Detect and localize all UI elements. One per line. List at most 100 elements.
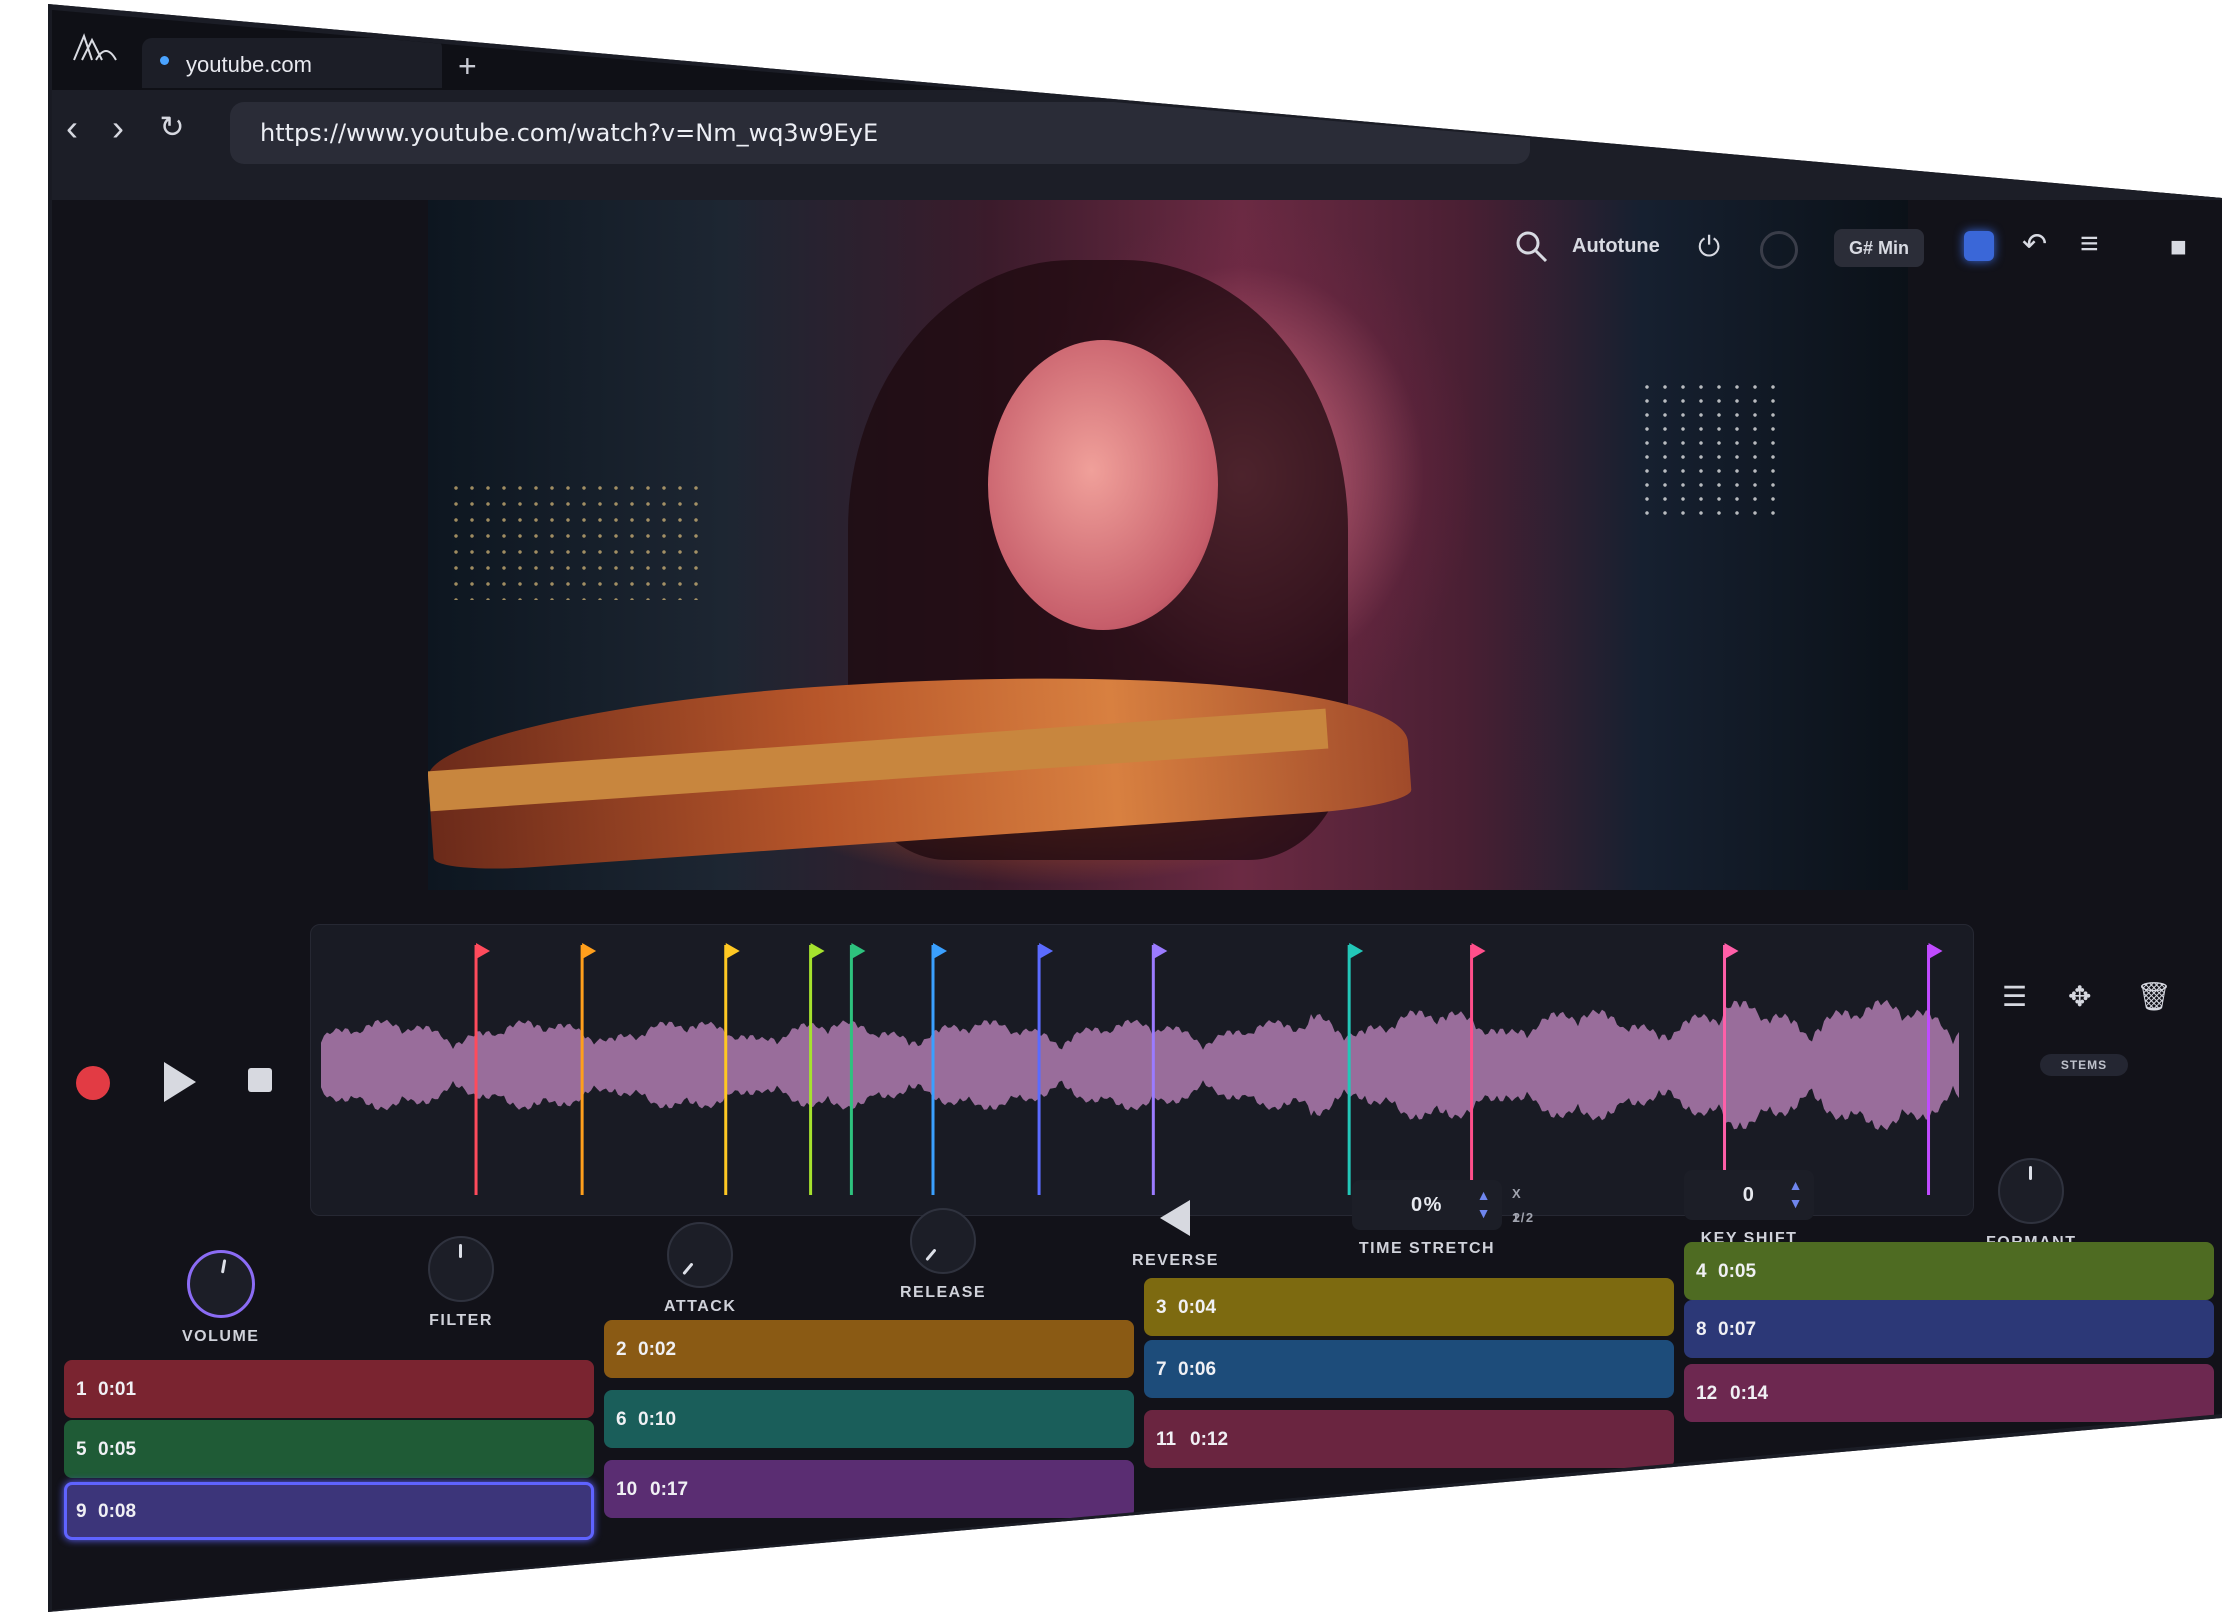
- cue-marker-flag-icon[interactable]: [725, 943, 740, 959]
- tab-bar: youtube.com +: [52, 10, 2222, 90]
- attack-knob[interactable]: [667, 1222, 734, 1288]
- tab-youtube[interactable]: youtube.com: [142, 38, 442, 88]
- volume-label: VOLUME: [182, 1328, 260, 1345]
- waveform-shape: [321, 999, 1959, 1131]
- sample-pad[interactable]: 6 0:10: [604, 1390, 1134, 1448]
- view-toggle-icon[interactable]: [1964, 231, 1994, 261]
- sample-pad[interactable]: 5 0:05: [64, 1420, 594, 1478]
- time-stretch-stepper-icon[interactable]: ▲ ▼: [1477, 1186, 1492, 1222]
- pad-number: 5: [76, 1439, 87, 1460]
- sample-pad[interactable]: 10 0:17: [604, 1460, 1134, 1518]
- reverse-control: REVERSE: [1132, 1200, 1219, 1270]
- sample-pad[interactable]: 7 0:06: [1144, 1340, 1674, 1398]
- trash-icon[interactable]: 🗑: [2136, 980, 2172, 1013]
- attack-control: ATTACK: [664, 1222, 736, 1316]
- volume-knob[interactable]: [186, 1250, 255, 1318]
- pad-time: 0:02: [638, 1339, 677, 1360]
- pad-time: 0:12: [1190, 1429, 1229, 1450]
- back-button[interactable]: ‹: [52, 108, 92, 148]
- sample-pad[interactable]: 3 0:04: [1144, 1278, 1674, 1336]
- autotune-amount-knob[interactable]: [1760, 231, 1798, 269]
- navigation-bar: ‹ › ↻ https://www.youtube.com/watch?v=Nm…: [52, 90, 2222, 200]
- tab-loading-dot: [160, 56, 169, 65]
- pad-number: 6: [616, 1409, 627, 1430]
- key-shift-stepper-icon[interactable]: ▲ ▼: [1789, 1176, 1804, 1212]
- key-shift-value: 0: [1742, 1184, 1756, 1206]
- time-stretch-value: 0%: [1411, 1194, 1443, 1216]
- pad-number: 1: [76, 1379, 87, 1400]
- sample-pad[interactable]: 12 0:14: [1684, 1364, 2214, 1422]
- release-knob[interactable]: [910, 1208, 977, 1274]
- pad-time: 0:05: [1718, 1261, 1757, 1282]
- cue-marker-flag-icon[interactable]: [1724, 943, 1739, 959]
- record-button[interactable]: [76, 1066, 110, 1100]
- stems-button[interactable]: STEMS: [2040, 1054, 2128, 1076]
- cue-marker-flag-icon[interactable]: [1928, 943, 1943, 959]
- audio-toolbar: Autotune ⏻ G# Min ↶ ≡ ■: [1512, 225, 2212, 285]
- camera-icon[interactable]: ■: [2170, 231, 2187, 263]
- stop-button[interactable]: [248, 1068, 272, 1092]
- volume-control: VOLUME: [182, 1250, 259, 1346]
- forward-button[interactable]: ›: [98, 108, 138, 148]
- pad-time: 0:14: [1730, 1383, 1769, 1404]
- undo-icon[interactable]: ↶: [2022, 227, 2047, 262]
- time-stretch-input[interactable]: 0% ▲ ▼: [1352, 1180, 1502, 1230]
- play-button[interactable]: [164, 1062, 196, 1102]
- pad-time: 0:01: [98, 1379, 137, 1400]
- filter-knob[interactable]: [428, 1236, 494, 1302]
- release-label: RELEASE: [900, 1284, 987, 1301]
- time-stretch-half[interactable]: 1/2: [1512, 1206, 1535, 1230]
- cue-marker-flag-icon[interactable]: [1039, 943, 1054, 959]
- waveform-tools: ☰ ✥ 🗑 STEMS: [2002, 980, 2182, 1080]
- sample-pad[interactable]: 4 0:05: [1684, 1242, 2214, 1300]
- pad-number: 8: [1696, 1319, 1707, 1340]
- release-control: RELEASE: [900, 1208, 986, 1302]
- sample-pad[interactable]: 11 0:12: [1144, 1410, 1674, 1468]
- cue-marker-flag-icon[interactable]: [476, 943, 491, 959]
- pad-number: 10: [616, 1479, 638, 1500]
- autotune-label: Autotune: [1572, 235, 1660, 257]
- formant-knob[interactable]: [1998, 1158, 2065, 1224]
- new-tab-button[interactable]: +: [458, 50, 477, 82]
- performer-face: [988, 340, 1218, 630]
- video-frame[interactable]: [428, 200, 1908, 890]
- pad-number: 11: [1156, 1429, 1177, 1450]
- city-lights-right: [1638, 380, 1788, 520]
- control-panel: ☰ ✥ 🗑 STEMS VOLUME FILTER ATTACK RELEASE: [52, 890, 2222, 1610]
- cue-marker-flag-icon[interactable]: [1471, 943, 1486, 959]
- menu-icon[interactable]: ≡: [2080, 225, 2099, 262]
- pad-number: 9: [76, 1501, 87, 1522]
- pad-number: 7: [1156, 1359, 1167, 1380]
- cue-marker-flag-icon[interactable]: [933, 943, 947, 959]
- sample-pad[interactable]: 1 0:01: [64, 1360, 594, 1418]
- filter-label: FILTER: [429, 1312, 493, 1329]
- url-field[interactable]: https://www.youtube.com/watch?v=Nm_wq3w9…: [230, 102, 1530, 164]
- sample-pad[interactable]: 9 0:08: [64, 1482, 594, 1540]
- cue-marker-flag-icon[interactable]: [810, 943, 825, 959]
- reload-button[interactable]: ↻: [152, 108, 192, 148]
- pad-time: 0:05: [98, 1439, 137, 1460]
- search-icon[interactable]: [1512, 227, 1552, 267]
- reverse-arrow-icon[interactable]: [1160, 1200, 1191, 1236]
- sample-pad[interactable]: 8 0:07: [1684, 1300, 2214, 1358]
- pad-number: 2: [616, 1339, 627, 1360]
- pad-time: 0:04: [1178, 1297, 1217, 1318]
- cue-marker-flag-icon[interactable]: [582, 943, 597, 959]
- cue-marker-flag-icon[interactable]: [1153, 943, 1168, 959]
- app-screen: youtube.com + ‹ › ↻ https://www.youtube.…: [52, 10, 2222, 1610]
- autotune-power-icon[interactable]: ⏻: [1698, 231, 1720, 264]
- pad-number: 12: [1696, 1383, 1718, 1404]
- pad-time: 0:07: [1718, 1319, 1757, 1340]
- pad-time: 0:10: [638, 1409, 677, 1430]
- mixer-icon[interactable]: ☰: [2002, 980, 2027, 1013]
- time-stretch-label: TIME STRETCH: [1358, 1240, 1496, 1257]
- device-frame: youtube.com + ‹ › ↻ https://www.youtube.…: [48, 4, 2222, 1612]
- time-stretch-control: 0% ▲ ▼ TIME STRETCH X 2 1/2: [1352, 1180, 1533, 1258]
- cue-marker-flag-icon[interactable]: [851, 943, 866, 959]
- key-shift-input[interactable]: 0 ▲ ▼: [1684, 1170, 1814, 1220]
- app-logo-icon: [73, 33, 117, 61]
- key-select[interactable]: G# Min: [1834, 229, 1924, 267]
- cue-marker-flag-icon[interactable]: [1349, 943, 1364, 959]
- sample-pad[interactable]: 2 0:02: [604, 1320, 1134, 1378]
- move-icon[interactable]: ✥: [2068, 980, 2091, 1013]
